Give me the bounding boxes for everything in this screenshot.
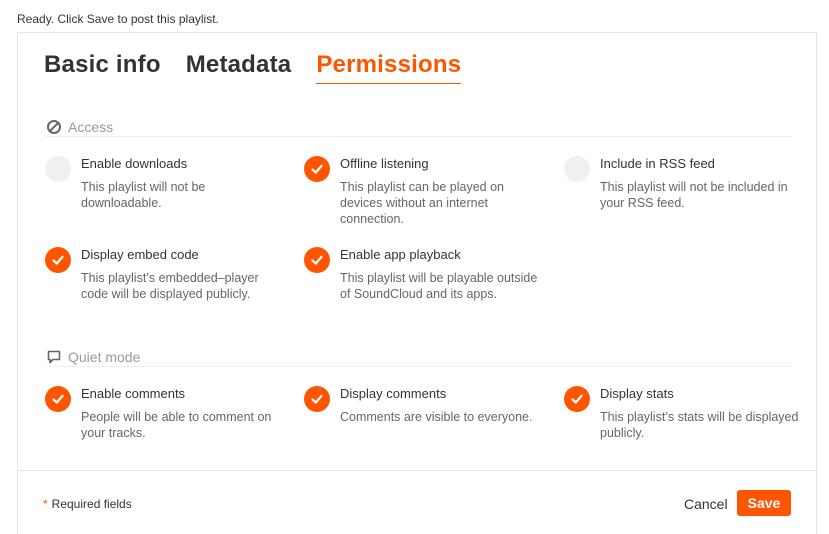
enable-comments-checkbox[interactable]: [45, 386, 71, 412]
form-footer: * Required fields Cancel Save: [18, 470, 816, 534]
checkmark-icon: [311, 164, 323, 174]
checkmark-icon: [311, 255, 323, 265]
option-description: This playlist’s stats will be displayed …: [600, 410, 799, 440]
tab-basic-info[interactable]: Basic info: [44, 51, 161, 84]
required-fields-note: * Required fields: [43, 497, 132, 511]
cancel-button[interactable]: Cancel: [684, 496, 728, 512]
checkmark-icon: [311, 394, 323, 404]
option-description: This playlist’s embedded–player code wil…: [81, 271, 259, 301]
option-title: Include in RSS feed: [600, 156, 715, 171]
speech-bubble-icon: [46, 349, 62, 365]
access-section-label: Access: [68, 118, 114, 135]
quiet-mode-section-header: Quiet mode: [46, 347, 792, 367]
option-description: This playlist will not be included in yo…: [600, 180, 788, 210]
display-comments-checkbox[interactable]: [304, 386, 330, 412]
access-section-header: Access: [46, 117, 792, 137]
checkmark-icon: [52, 255, 64, 265]
display-embed-code-checkbox[interactable]: [45, 247, 71, 273]
option-title: Enable downloads: [81, 156, 188, 171]
status-message: Ready. Click Save to post this playlist.: [17, 12, 219, 26]
tab-bar: Basic info Metadata Permissions: [44, 51, 486, 84]
required-fields-label: Required fields: [51, 497, 132, 511]
tab-permissions[interactable]: Permissions: [316, 51, 462, 84]
quiet-mode-section-label: Quiet mode: [68, 348, 141, 365]
tab-metadata[interactable]: Metadata: [186, 51, 292, 84]
option-description: This playlist will be playable outside o…: [340, 271, 538, 301]
option-description: People will be able to comment on your t…: [81, 410, 272, 440]
display-stats-checkbox[interactable]: [564, 386, 590, 412]
option-description: This playlist can be played on devices w…: [340, 180, 504, 226]
checkmark-icon: [52, 394, 64, 404]
checkmark-icon: [571, 394, 583, 404]
required-asterisk: *: [43, 497, 48, 511]
offline-listening-checkbox[interactable]: [304, 156, 330, 182]
option-title: Display embed code: [81, 247, 199, 262]
no-entry-icon: [46, 119, 62, 135]
enable-app-playback-checkbox[interactable]: [304, 247, 330, 273]
save-button[interactable]: Save: [737, 490, 791, 516]
permissions-panel: Basic info Metadata Permissions Access E…: [17, 32, 817, 534]
option-description: This playlist will not be downloadable.: [81, 180, 206, 210]
option-title: Enable app playback: [340, 247, 461, 262]
enable-downloads-checkbox[interactable]: [45, 156, 71, 182]
option-description: Comments are visible to everyone.: [340, 410, 533, 424]
option-title: Display stats: [600, 386, 674, 401]
option-title: Enable comments: [81, 386, 186, 401]
option-title: Offline listening: [340, 156, 429, 171]
option-title: Display comments: [340, 386, 447, 401]
include-rss-feed-checkbox[interactable]: [564, 156, 590, 182]
